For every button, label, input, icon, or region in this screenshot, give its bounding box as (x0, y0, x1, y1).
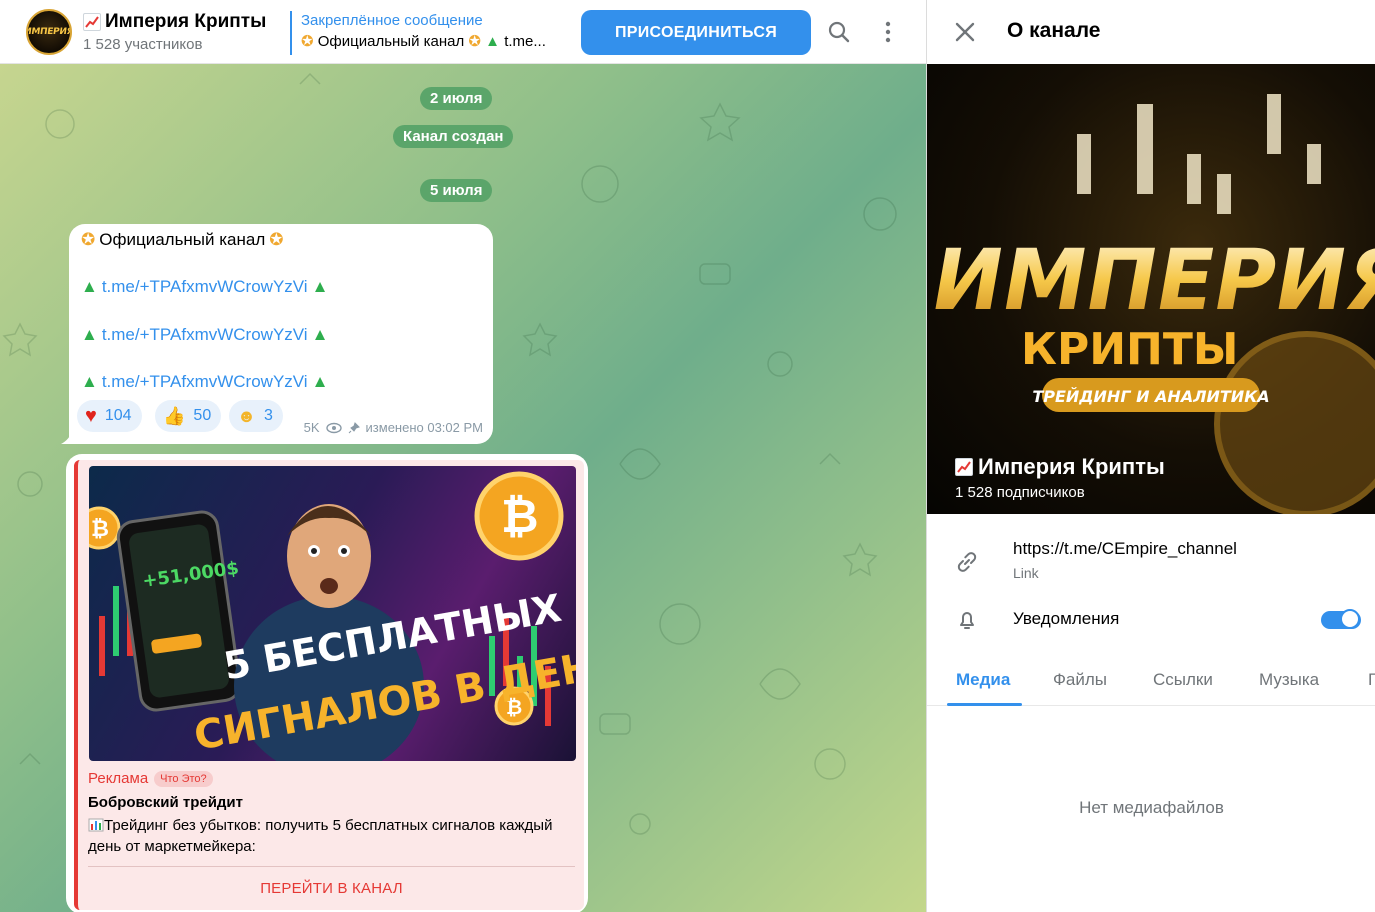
active-tab-indicator (947, 703, 1022, 706)
cover-title-2: КРИПТЫ (1021, 324, 1238, 375)
cover-channel-name: Империя Крипты (955, 454, 1165, 480)
service-message: Канал создан (393, 125, 514, 148)
subscriber-count: 1 528 подписчиков (955, 484, 1085, 501)
channel-message[interactable]: ✪ Официальный канал ✪ ▲ t.me/+TPAfxmvWCr… (69, 224, 493, 444)
verified-badge-icon: ✪ (81, 230, 96, 249)
divider (88, 866, 575, 867)
reaction-count: 3 (263, 407, 273, 424)
verified-badge-icon: ✪ (269, 230, 284, 249)
message-link-row: ▲ t.me/+TPAfxmvWCrowYzVi ▲ (81, 277, 328, 297)
avatar-text: ИМПЕРИЯ (26, 27, 72, 37)
message-link-row: ▲ t.me/+TPAfxmvWCrowYzVi ▲ (81, 325, 328, 345)
media-tabs: Медиа Файлы Ссылки Музыка Г (927, 656, 1375, 706)
cover-candles (1077, 94, 1321, 214)
reaction-count: 104 (104, 407, 132, 424)
channel-link[interactable]: https://t.me/CEmpire_channel (1013, 539, 1237, 559)
tree-icon: ▲ (311, 325, 329, 344)
open-channel-button[interactable]: ПЕРЕЙТИ В КАНАЛ (88, 873, 575, 903)
close-icon[interactable] (951, 18, 979, 46)
sponsored-message[interactable]: ₿ ₿ ₿ +51,000$ 5 БЕСПЛАТНЫХ СИГНАЛОВ В Д… (66, 454, 588, 912)
reaction-thumbs-up[interactable]: 👍 50 (155, 400, 222, 432)
panel-title: О канале (1007, 19, 1101, 42)
tab-links[interactable]: Ссылки (1153, 670, 1213, 690)
cover-tagline: ТРЕЙДИНГ И АНАЛИТИКА (1032, 387, 1269, 406)
notifications-label: Уведомления (1013, 609, 1120, 628)
star-struck-icon: ☻ (237, 405, 256, 426)
chat-title-text: Империя Крипты (105, 11, 267, 32)
verified-badge-icon: ✪ (301, 33, 314, 50)
verified-badge-icon: ✪ (468, 33, 481, 50)
tab-media[interactable]: Медиа (956, 670, 1010, 690)
tab-files[interactable]: Файлы (1053, 670, 1107, 690)
chat-header: ИМПЕРИЯ Империя Крипты 1 528 участников … (0, 0, 926, 64)
phone (116, 510, 242, 712)
pinned-text: ✪ Официальный канал ✪ ▲ t.me... (301, 31, 575, 53)
pinned-text-label: Официальный канал (317, 33, 465, 50)
pinned-title: Закреплённое сообщение (301, 12, 483, 29)
member-count: 1 528 участников (83, 36, 203, 53)
bar-chart-icon (88, 817, 104, 832)
more-vert-icon[interactable] (873, 17, 903, 47)
heart-icon: ♥ (85, 404, 97, 427)
chat-title[interactable]: Империя Крипты (83, 11, 266, 33)
sponsored-content: ₿ ₿ ₿ +51,000$ 5 БЕСПЛАТНЫХ СИГНАЛОВ В Д… (74, 460, 584, 910)
search-icon[interactable] (824, 17, 854, 47)
channel-link-caption: Link (1013, 565, 1039, 581)
pin-icon (348, 421, 360, 433)
message-link[interactable]: t.me/+TPAfxmvWCrowYzVi (102, 372, 308, 392)
notifications-row[interactable]: Уведомления (927, 592, 1375, 648)
tree-icon: ▲ (81, 372, 98, 391)
notifications-toggle[interactable] (1321, 609, 1361, 629)
cover-title-1: ИМПЕРИЯ (927, 231, 1375, 329)
eye-icon (325, 422, 342, 433)
tree-icon: ▲ (81, 325, 98, 344)
message-title-text: Официальный канал (99, 230, 266, 249)
empty-media-message: Нет медиафайлов (1079, 798, 1224, 817)
message-title: ✪ Официальный канал ✪ (81, 230, 284, 250)
tab-more[interactable]: Г (1368, 670, 1375, 690)
join-button[interactable]: ПРИСОЕДИНИТЬСЯ (581, 10, 811, 55)
chat-area[interactable]: 2 июля Канал создан 5 июля ✪ Официальный… (0, 64, 926, 912)
panel-header: О канале (927, 0, 1375, 64)
view-count: 5K (303, 420, 320, 435)
message-link-row: ▲ t.me/+TPAfxmvWCrowYzVi ▲ (81, 372, 328, 392)
date-pill: 5 июля (420, 179, 493, 202)
message-meta: 5K изменено 03:02 PM (304, 420, 483, 435)
channel-info-panel: О канале ИМПЕРИЯ КРИПТЫ ТРЕЙДИНГ И АНАЛИ… (926, 0, 1375, 912)
thumbs-up-icon: 👍 (163, 405, 186, 426)
chart-up-icon (955, 458, 973, 476)
message-link[interactable]: t.me/+TPAfxmvWCrowYzVi (102, 277, 308, 297)
ad-text: Трейдинг без убытков: получить 5 бесплат… (88, 815, 568, 857)
tree-icon: ▲ (311, 277, 329, 296)
reaction-star-struck[interactable]: ☻ 3 (229, 400, 283, 432)
link-icon (953, 548, 981, 576)
pinned-message[interactable]: Закреплённое сообщение ✪ Официальный кан… (290, 11, 575, 55)
svg-text:₿: ₿ (501, 489, 539, 543)
ad-text-body: Трейдинг без убытков: получить 5 бесплат… (88, 817, 553, 855)
cover-channel-name-text: Империя Крипты (978, 454, 1165, 479)
ad-label-text: Реклама (88, 770, 149, 787)
tree-icon: ▲ (81, 277, 98, 296)
message-link[interactable]: t.me/+TPAfxmvWCrowYzVi (102, 325, 308, 345)
ad-title: Бобровский трейдит (88, 794, 244, 811)
tree-icon: ▲ (485, 33, 501, 50)
chart-up-icon (83, 13, 101, 31)
ad-illustration: ₿ ₿ ₿ +51,000$ 5 БЕСПЛАТНЫХ СИГНАЛОВ В Д… (89, 471, 576, 761)
tab-music[interactable]: Музыка (1259, 670, 1319, 690)
ad-label: Реклама Что Это? (88, 770, 213, 787)
bell-icon (953, 606, 981, 634)
reaction-heart[interactable]: ♥ 104 (77, 400, 142, 432)
date-pill: 2 июля (420, 87, 493, 110)
edited-time: изменено 03:02 PM (365, 420, 483, 435)
channel-avatar[interactable]: ИМПЕРИЯ (26, 9, 72, 55)
cover-art: ИМПЕРИЯ КРИПТЫ ТРЕЙДИНГ И АНАЛИТИКА (927, 94, 1375, 514)
ad-image[interactable]: ₿ ₿ ₿ +51,000$ 5 БЕСПЛАТНЫХ СИГНАЛОВ В Д… (89, 466, 576, 761)
link-row[interactable]: https://t.me/CEmpire_channel Link (927, 530, 1375, 586)
reaction-count: 50 (193, 407, 212, 424)
tree-icon: ▲ (311, 372, 329, 391)
ad-info-button[interactable]: Что Это? (154, 770, 213, 787)
pinned-link: t.me... (504, 33, 546, 50)
channel-cover[interactable]: ИМПЕРИЯ КРИПТЫ ТРЕЙДИНГ И АНАЛИТИКА Импе… (927, 64, 1375, 514)
svg-text:₿: ₿ (91, 517, 109, 542)
